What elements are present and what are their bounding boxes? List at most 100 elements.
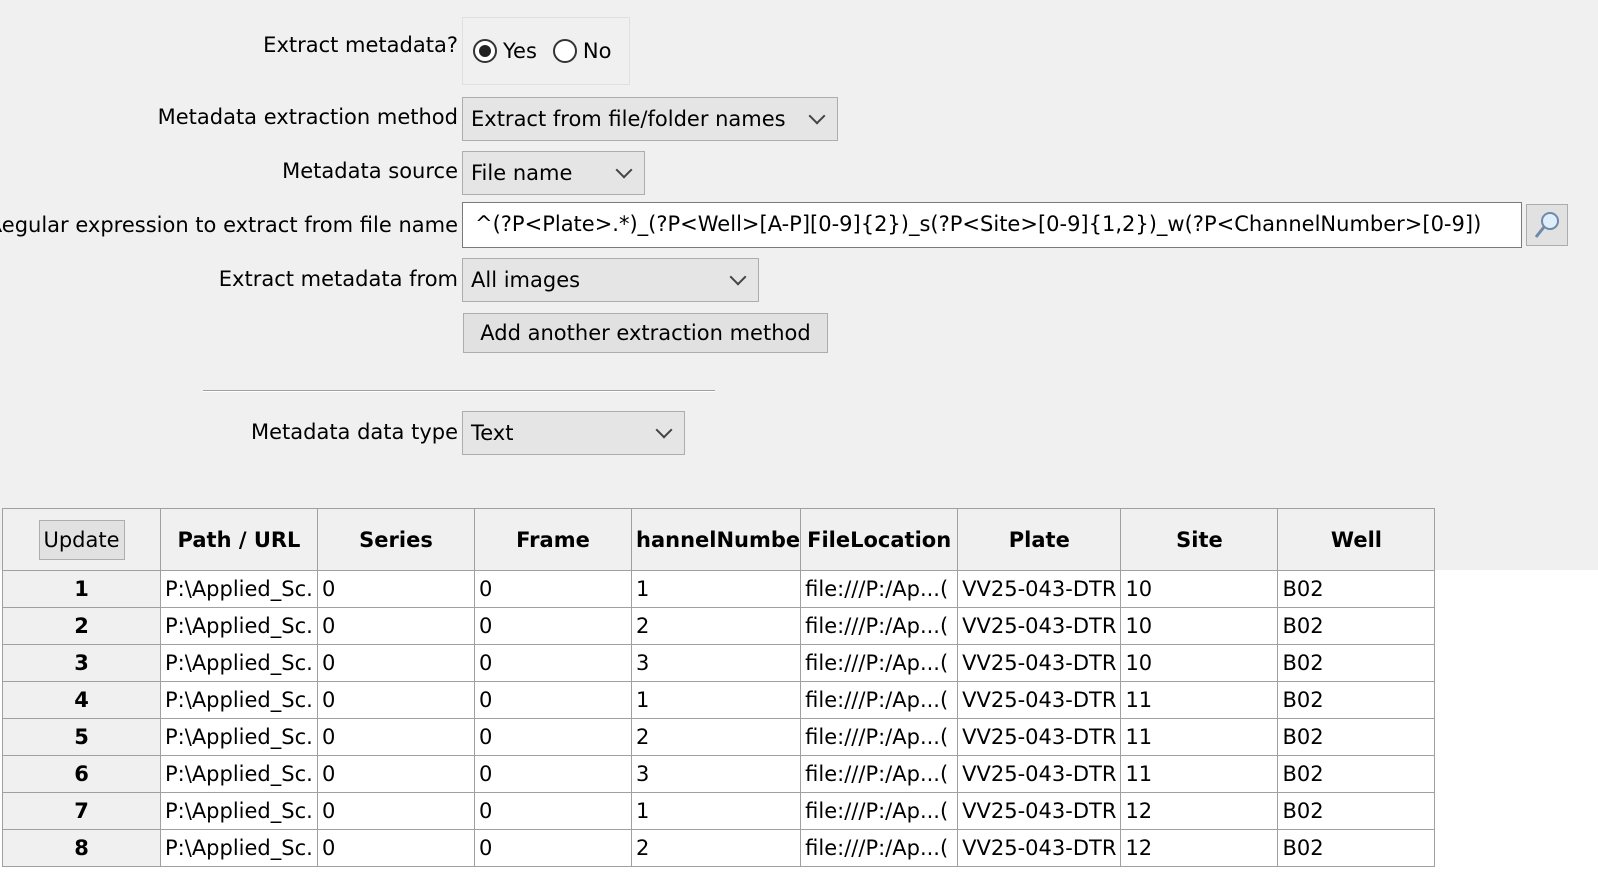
row-number[interactable]: 4 xyxy=(2,681,161,719)
table-cell[interactable]: 0 xyxy=(317,681,475,719)
table-cell[interactable]: 0 xyxy=(474,681,632,719)
table-row[interactable]: 4 P:\Applied_Sc. 0 0 1 file:///P:/Ap...(VV25-… xyxy=(2,681,1436,719)
table-cell[interactable]: 1 xyxy=(630,570,802,608)
row-number[interactable]: 7 xyxy=(2,792,161,830)
row-number[interactable]: 1 xyxy=(2,570,161,608)
table-cell[interactable]: 1 xyxy=(630,681,802,719)
table-cell[interactable]: 0 xyxy=(317,570,475,608)
source-label: Metadata source xyxy=(282,159,458,183)
table-cell[interactable]: P:\Applied_Sc. xyxy=(160,829,318,867)
table-cell[interactable]: 3 xyxy=(630,644,802,682)
row-number[interactable]: 3 xyxy=(2,644,161,682)
table-cell[interactable]: 2 xyxy=(630,718,802,756)
data-type-dropdown[interactable]: Text xyxy=(462,411,685,455)
table-cell[interactable]: file:///P:/Ap...( xyxy=(800,829,959,867)
table-cell[interactable]: B02 xyxy=(1277,570,1436,608)
table-cell[interactable]: 0 xyxy=(474,829,632,867)
table-row[interactable]: 1 P:\Applied_Sc. 0 0 1 file:///P:/Ap...(VV25-… xyxy=(2,570,1436,608)
table-cell[interactable]: 0 xyxy=(317,829,475,867)
table-cell[interactable]: P:\Applied_Sc. xyxy=(160,755,318,793)
table-cell[interactable]: B02 xyxy=(1277,644,1436,682)
table-row[interactable]: 6 P:\Applied_Sc. 0 0 3 file:///P:/Ap...(VV25-… xyxy=(2,755,1436,793)
table-cell[interactable]: B02 xyxy=(1277,829,1436,867)
table-cell[interactable]: file:///P:/Ap...( xyxy=(800,570,959,608)
table-cell[interactable]: P:\Applied_Sc. xyxy=(160,718,318,756)
table-cell[interactable]: B02 xyxy=(1277,755,1436,793)
column-header[interactable]: Series xyxy=(317,508,475,571)
table-row[interactable]: 7 P:\Applied_Sc. 0 0 1 file:///P:/Ap...(VV25-… xyxy=(2,792,1436,830)
table-cell[interactable]: VV25-043-DTR xyxy=(957,607,1122,645)
table-cell[interactable]: 12 xyxy=(1120,829,1279,867)
table-cell[interactable]: B02 xyxy=(1277,607,1436,645)
table-cell[interactable]: 0 xyxy=(317,792,475,830)
table-cell[interactable]: 11 xyxy=(1120,681,1279,719)
column-header[interactable]: hannelNumbe xyxy=(630,508,802,571)
source-dropdown[interactable]: File name xyxy=(462,151,645,195)
table-cell[interactable]: 3 xyxy=(630,755,802,793)
column-header[interactable]: Plate xyxy=(957,508,1122,571)
table-cell[interactable]: VV25-043-DTR xyxy=(957,718,1122,756)
table-cell[interactable]: file:///P:/Ap...( xyxy=(800,607,959,645)
table-cell[interactable]: B02 xyxy=(1277,718,1436,756)
table-cell[interactable]: P:\Applied_Sc. xyxy=(160,570,318,608)
table-cell[interactable]: 1 xyxy=(630,792,802,830)
extract-from-dropdown[interactable]: All images xyxy=(462,258,759,302)
table-cell[interactable]: B02 xyxy=(1277,792,1436,830)
table-cell[interactable]: P:\Applied_Sc. xyxy=(160,792,318,830)
table-cell[interactable]: 0 xyxy=(474,792,632,830)
column-header[interactable]: Frame xyxy=(474,508,632,571)
table-row[interactable]: 5 P:\Applied_Sc. 0 0 2 file:///P:/Ap...(VV25-… xyxy=(2,718,1436,756)
table-cell[interactable]: 10 xyxy=(1120,644,1279,682)
column-header[interactable]: Well xyxy=(1277,508,1436,571)
column-header[interactable]: FileLocation xyxy=(800,508,959,571)
table-cell[interactable]: 0 xyxy=(317,718,475,756)
radio-yes[interactable] xyxy=(473,39,497,63)
regex-test-button[interactable] xyxy=(1526,204,1568,246)
row-number[interactable]: 8 xyxy=(2,829,161,867)
table-cell[interactable]: VV25-043-DTR xyxy=(957,792,1122,830)
radio-no[interactable] xyxy=(552,39,577,63)
table-cell[interactable]: P:\Applied_Sc. xyxy=(160,607,318,645)
table-cell[interactable]: 0 xyxy=(474,718,632,756)
table-row[interactable]: 2 P:\Applied_Sc. 0 0 2 file:///P:/Ap...(VV25-… xyxy=(2,607,1436,645)
table-cell[interactable]: 0 xyxy=(474,755,632,793)
row-number[interactable]: 2 xyxy=(2,607,161,645)
table-cell[interactable]: VV25-043-DTR xyxy=(957,644,1122,682)
table-cell[interactable]: 10 xyxy=(1120,570,1279,608)
table-cell[interactable]: 0 xyxy=(474,644,632,682)
table-cell[interactable]: 0 xyxy=(317,755,475,793)
table-cell[interactable]: P:\Applied_Sc. xyxy=(160,644,318,682)
table-cell[interactable]: 0 xyxy=(317,607,475,645)
table-cell[interactable]: B02 xyxy=(1277,681,1436,719)
column-header[interactable]: Site xyxy=(1120,508,1279,571)
regex-input[interactable]: ^(?P<Plate>.*)_(?P<Well>[A-P][0-9]{2})_s… xyxy=(462,202,1522,248)
table-cell[interactable]: 11 xyxy=(1120,755,1279,793)
table-cell[interactable]: 0 xyxy=(474,570,632,608)
table-cell[interactable]: file:///P:/Ap...( xyxy=(800,681,959,719)
row-number[interactable]: 6 xyxy=(2,755,161,793)
update-button[interactable]: Update xyxy=(38,519,125,560)
table-cell[interactable]: P:\Applied_Sc. xyxy=(160,681,318,719)
table-cell[interactable]: 11 xyxy=(1120,718,1279,756)
table-cell[interactable]: VV25-043-DTR xyxy=(957,570,1122,608)
table-cell[interactable]: VV25-043-DTR xyxy=(957,681,1122,719)
table-row[interactable]: 3 P:\Applied_Sc. 0 0 3 file:///P:/Ap...(VV25-… xyxy=(2,644,1436,682)
table-row[interactable]: 8 P:\Applied_Sc. 0 0 2 file:///P:/Ap...(VV25-… xyxy=(2,829,1436,867)
table-cell[interactable]: 10 xyxy=(1120,607,1279,645)
table-cell[interactable]: file:///P:/Ap...( xyxy=(800,644,959,682)
table-cell[interactable]: 12 xyxy=(1120,792,1279,830)
table-cell[interactable]: file:///P:/Ap...( xyxy=(800,718,959,756)
table-cell[interactable]: file:///P:/Ap...( xyxy=(800,755,959,793)
table-cell[interactable]: 0 xyxy=(474,607,632,645)
table-cell[interactable]: 0 xyxy=(317,644,475,682)
table-cell[interactable]: 2 xyxy=(630,829,802,867)
table-cell[interactable]: VV25-043-DTR xyxy=(957,755,1122,793)
add-extraction-method-button[interactable]: Add another extraction method xyxy=(463,313,828,353)
table-cell[interactable]: file:///P:/Ap...( xyxy=(800,792,959,830)
row-number[interactable]: 5 xyxy=(2,718,161,756)
extract-metadata-radio-group: Yes No xyxy=(462,17,630,85)
method-dropdown[interactable]: Extract from file/folder names xyxy=(462,97,838,141)
table-cell[interactable]: 2 xyxy=(630,607,802,645)
column-header[interactable]: Path / URL xyxy=(160,508,318,571)
table-cell[interactable]: VV25-043-DTR xyxy=(957,829,1122,867)
